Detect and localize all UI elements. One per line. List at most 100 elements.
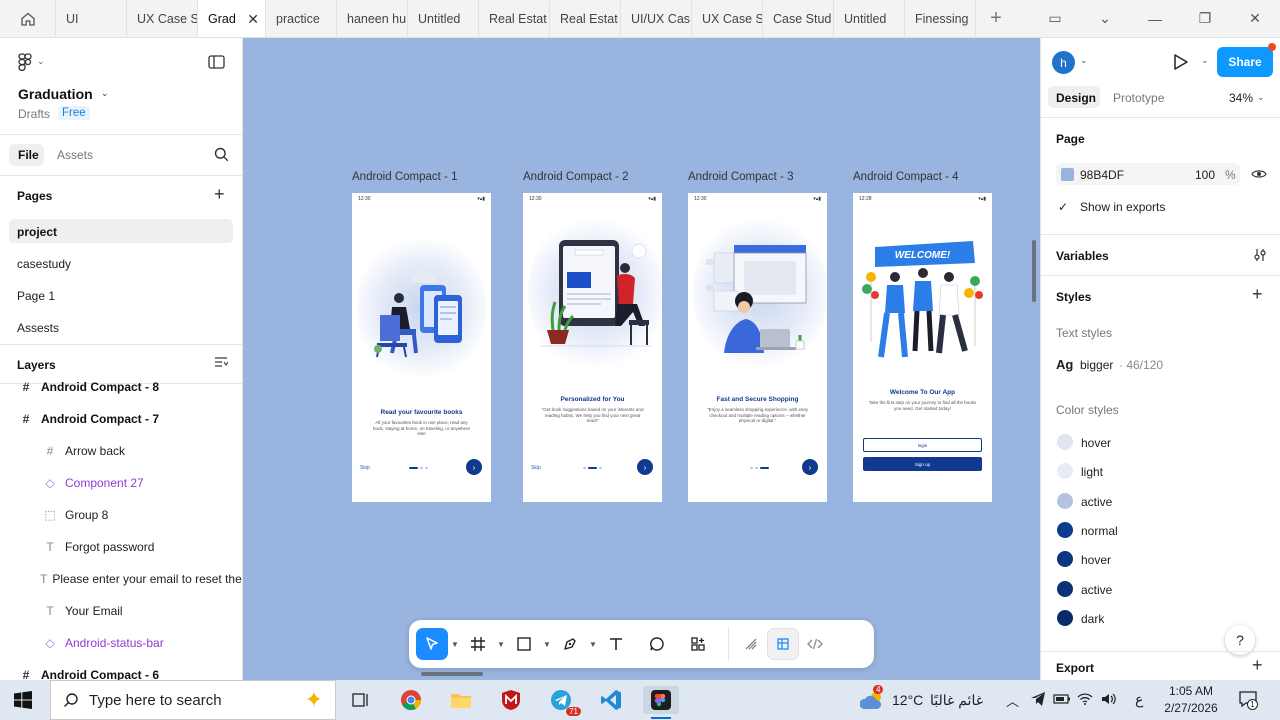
color-swatch[interactable] (1057, 610, 1073, 626)
design-mode-icon[interactable] (767, 628, 799, 660)
new-tab-icon[interactable]: + (976, 0, 1016, 37)
text-style-name[interactable]: bigger (1080, 358, 1113, 372)
tab-assets[interactable]: Assets (57, 148, 93, 162)
figma-taskbar-icon[interactable] (643, 686, 679, 714)
dev-mode-icon[interactable] (799, 628, 831, 660)
file-tab[interactable]: Real Estat (550, 0, 621, 37)
chevron-down-icon[interactable]: ▼ (540, 640, 554, 649)
vertical-scrollbar[interactable] (1032, 240, 1036, 302)
layer-row[interactable]: T Your Email (0, 599, 242, 623)
mcafee-icon[interactable] (493, 686, 529, 714)
color-swatch[interactable] (1057, 551, 1073, 567)
close-window-icon[interactable]: ✕ (1230, 0, 1280, 37)
color-swatch[interactable] (1057, 434, 1073, 450)
volume-icon[interactable] (1100, 691, 1116, 710)
network-icon[interactable] (1077, 691, 1093, 710)
eye-icon[interactable] (1251, 167, 1267, 184)
chevron-down-icon[interactable]: ⌄ (1257, 92, 1265, 103)
file-location[interactable]: Drafts (18, 107, 50, 121)
clock-date[interactable]: 2/27/2026 (1158, 701, 1224, 715)
page-opacity[interactable]: 100 (1195, 168, 1215, 182)
layer-row[interactable]: # Arrow back (0, 439, 242, 463)
add-export-icon[interactable]: + (1252, 655, 1263, 676)
chevron-down-icon[interactable]: ⌄ (1080, 55, 1088, 66)
next-arrow-icon[interactable]: › (466, 459, 482, 475)
color-style-name[interactable]: dark (1081, 612, 1104, 626)
color-swatch[interactable] (1057, 522, 1073, 538)
page-color-swatch[interactable] (1061, 168, 1074, 181)
chevron-down-icon[interactable]: ⌄ (1080, 0, 1130, 37)
draw-mode-icon[interactable] (735, 628, 767, 660)
file-tab[interactable]: UX Case S (127, 0, 198, 37)
pen-tool-icon[interactable] (554, 628, 586, 660)
frame-label[interactable]: Android Compact - 4 (853, 171, 958, 183)
taskbar-search[interactable]: Type here to search ✦ (50, 680, 336, 720)
layer-row[interactable]: T Please enter your email to reset the pa… (0, 567, 242, 591)
weather-temp[interactable]: 12°C (892, 692, 923, 708)
minimize-icon[interactable]: — (1130, 0, 1180, 37)
layer-row[interactable]: ⬚ Group 8 (0, 503, 242, 527)
tab-overview-icon[interactable]: ▭ (1030, 0, 1080, 37)
file-name[interactable]: Graduation (18, 86, 93, 102)
task-view-icon[interactable] (343, 686, 379, 714)
windows-start-icon[interactable] (14, 691, 32, 712)
file-tab[interactable]: Finessing (905, 0, 976, 37)
show-hidden-icons[interactable]: ︿ (1006, 691, 1019, 710)
chevron-down-icon[interactable]: ⌄ (37, 56, 45, 67)
tab-prototype[interactable]: Prototype (1113, 91, 1164, 105)
color-style-name[interactable]: hover (1081, 436, 1111, 450)
design-canvas[interactable]: Android Compact - 1 12:30 ▾▴▮ Read your f… (243, 38, 1040, 680)
home-tab[interactable] (0, 0, 56, 37)
frame-label[interactable]: Android Compact - 1 (352, 171, 457, 183)
file-tab[interactable]: UI (56, 0, 127, 37)
page-item-casestudy[interactable]: casestudy (17, 257, 71, 271)
file-tab[interactable]: UI/UX Cas (621, 0, 692, 37)
restore-icon[interactable]: ❐ (1180, 0, 1230, 37)
add-page-icon[interactable]: + (214, 184, 225, 205)
horizontal-scrollbar[interactable] (421, 672, 483, 676)
present-icon[interactable] (1173, 53, 1189, 74)
share-button[interactable]: Share (1217, 47, 1273, 77)
file-tab[interactable]: haneen hu (337, 0, 408, 37)
file-tab[interactable]: practice (266, 0, 337, 37)
variables-header[interactable]: Variables (1056, 249, 1109, 263)
chevron-down-icon[interactable]: ▼ (586, 640, 600, 649)
layer-row[interactable]: T Forgot password (0, 535, 242, 559)
color-style-name[interactable]: active (1081, 583, 1112, 597)
frame-tool-icon[interactable] (462, 628, 494, 660)
telegram-icon[interactable]: 71 (543, 686, 581, 716)
layer-row[interactable]: ◇ Component 27 (0, 471, 242, 495)
frame-label[interactable]: Android Compact - 3 (688, 171, 793, 183)
export-header[interactable]: Export (1056, 661, 1094, 675)
battery-icon[interactable] (1053, 692, 1071, 709)
text-tool-icon[interactable] (600, 628, 632, 660)
layer-row[interactable]: ◇ Android-status-bar (0, 631, 242, 655)
move-tool-icon[interactable] (416, 628, 448, 660)
layer-row[interactable]: # Android Compact - 6 (0, 663, 242, 680)
page-item-project[interactable]: project (17, 225, 57, 239)
page-item-assests[interactable]: Assests (17, 321, 59, 335)
rectangle-tool-icon[interactable] (508, 628, 540, 660)
figma-logo-icon[interactable] (18, 53, 32, 74)
frame-android-compact-2[interactable]: 12:30 ▾▴▮ Personalized for You "Get book … (523, 193, 662, 502)
notification-center-icon[interactable]: 1 (1238, 690, 1258, 711)
chevron-down-icon[interactable]: ▼ (448, 640, 462, 649)
file-explorer-icon[interactable] (443, 686, 479, 714)
layer-row[interactable]: # Android Compact - 8 (0, 375, 242, 399)
file-tab[interactable]: Real Estat (479, 0, 550, 37)
variables-settings-icon[interactable] (1253, 248, 1267, 265)
plan-badge[interactable]: Free (58, 106, 90, 120)
comment-tool-icon[interactable] (641, 628, 673, 660)
login-button[interactable]: login (863, 438, 982, 452)
sidebar-toggle-icon[interactable] (208, 55, 225, 72)
add-style-icon[interactable]: + (1252, 284, 1263, 305)
chrome-icon[interactable] (393, 686, 429, 714)
layer-row[interactable]: # Android Compact - 7 (0, 407, 242, 431)
clock-time[interactable]: 1:05 AM (1166, 684, 1216, 698)
zoom-level[interactable]: 34% (1229, 91, 1253, 105)
color-style-name[interactable]: hover (1081, 553, 1111, 567)
skip-link[interactable]: Skip (531, 465, 541, 471)
avatar[interactable]: h (1052, 51, 1075, 74)
chevron-down-icon[interactable]: ⌄ (1201, 55, 1209, 66)
tab-file[interactable]: File (18, 148, 39, 162)
